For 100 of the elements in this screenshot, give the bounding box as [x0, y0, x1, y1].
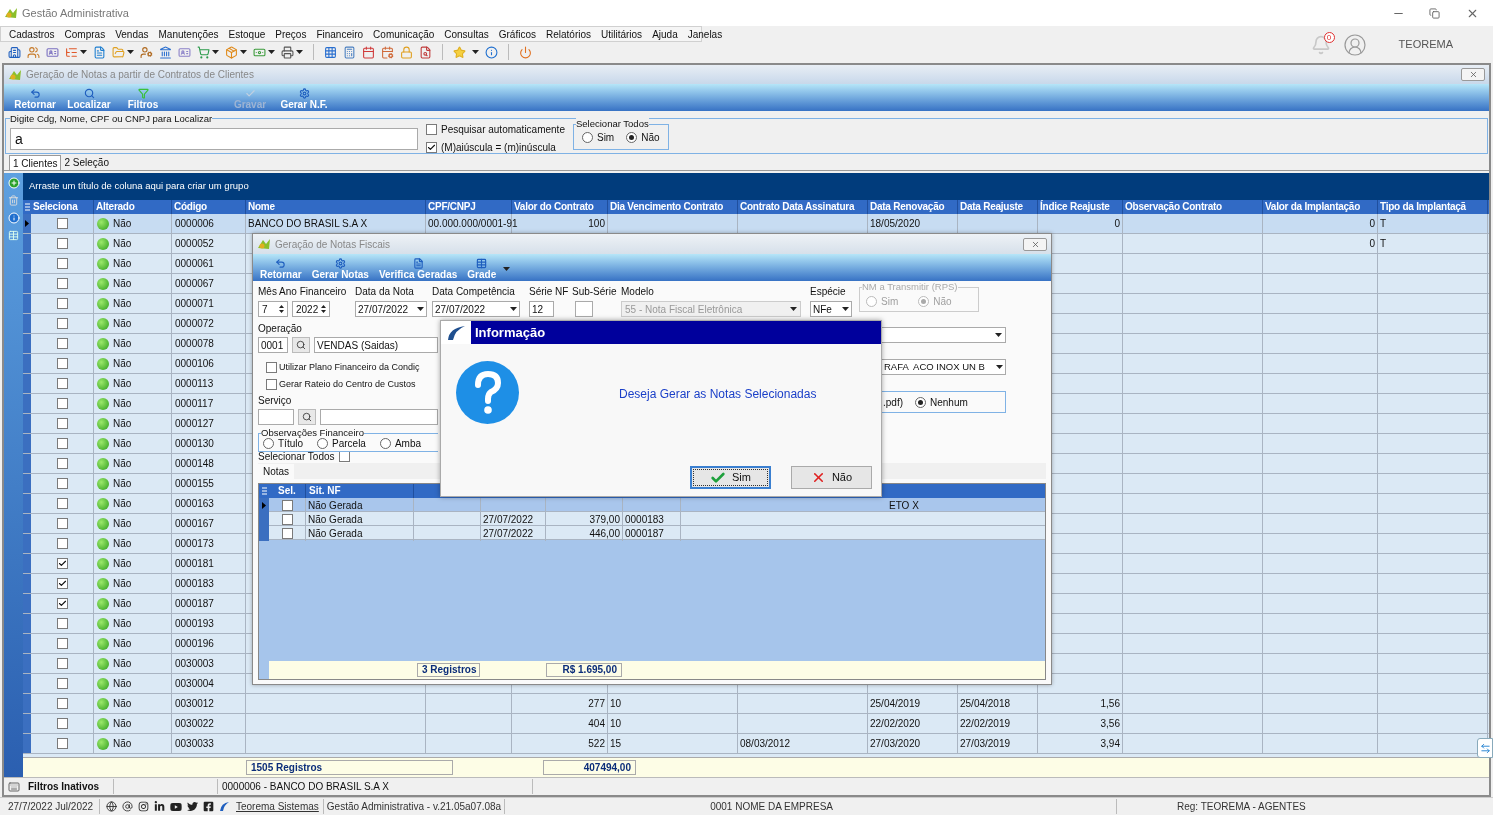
table-cell-text: Não [113, 377, 132, 391]
table-cell-text: Não [113, 257, 132, 271]
user-name: TEOREMA [1398, 37, 1453, 53]
table-cell-text: 00.000.000/0001-91 [428, 217, 518, 231]
table-cell-text: 22/02/2019 [960, 717, 1011, 731]
field-label: Modelo [621, 285, 655, 299]
table-cell-text: 3,94 [1100, 737, 1120, 751]
record-count: 1505 Registros [246, 760, 453, 775]
table-cell-text: 0000127 [175, 417, 214, 431]
table-cell-text: Não [113, 677, 132, 691]
table-cell-text: Não [113, 497, 132, 511]
table-cell-text: Não [113, 297, 132, 311]
table-cell-text: Não Gerada [308, 513, 363, 527]
table-cell-text: 0000113 [175, 377, 214, 391]
table-cell-text: 0000187 [175, 597, 214, 611]
table-cell-text: BANCO DO BRASIL S.A X [248, 217, 368, 231]
group-legend: Selecionar Todos [575, 118, 649, 129]
table-cell-text: 0000196 [175, 637, 214, 651]
total-value: R$ 1.695,00 [546, 663, 622, 677]
table-cell-text: 0000117 [175, 397, 214, 411]
table-cell-text: 0000006 [175, 217, 214, 231]
group-by-hint: Arraste um título de coluna aqui para criar um grupo [29, 179, 249, 194]
table-cell-text: 0000183 [625, 513, 664, 527]
table-cell-text: Não [113, 317, 132, 331]
table-cell-text: 0000183 [175, 577, 214, 591]
table-cell-text: Não [113, 457, 132, 471]
table-cell-text: 0000061 [175, 257, 214, 271]
table-cell-text: 0000067 [175, 277, 214, 291]
message-text: Deseja Gerar as Notas Selecionadas [619, 386, 817, 403]
field-label: Mês Ano Financeiro [258, 285, 348, 299]
table-cell-text: 0000193 [175, 617, 214, 631]
group-legend: NM a Transmitir (RPS) [862, 281, 958, 292]
table-cell-text: 0030003 [175, 657, 214, 671]
table-cell-text: Não [113, 477, 132, 491]
table-cell-text: 22/02/2020 [870, 717, 921, 731]
field-label: Data Competência [432, 285, 516, 299]
dialog-title: Geração de Notas Fiscais [275, 237, 391, 252]
table-cell-text: Não [113, 217, 132, 231]
table-cell-text: 0 [1369, 237, 1375, 251]
table-cell-text: Não [113, 277, 132, 291]
table-cell-text: 18/05/2020 [870, 217, 921, 231]
registration-text: Reg: TEOREMA - AGENTES [1116, 799, 1306, 814]
table-cell-text: 522 [588, 737, 605, 751]
table-cell-text: 27/03/2020 [870, 737, 921, 751]
table-cell-text: 404 [588, 717, 605, 731]
table-cell-text: 0000078 [175, 337, 214, 351]
table-cell-text: 10 [610, 697, 622, 711]
table-cell-text: Não [113, 537, 132, 551]
table-cell-text: 0000155 [175, 477, 214, 491]
field-label: Serviço [258, 394, 293, 408]
table-cell-text: 10 [610, 717, 622, 731]
table-cell-text: 0 [1114, 217, 1120, 231]
table-cell-text: 3,56 [1100, 717, 1120, 731]
current-record: 0000006 - BANCO DO BRASIL S.A X [217, 779, 533, 794]
table-cell-text: T [1380, 237, 1387, 251]
table-cell-text: Não [113, 357, 132, 371]
field-label: Sub-Série [572, 285, 616, 299]
status-date: 27/7/2022 Jul/2022 [0, 799, 100, 814]
table-cell-text: Não [113, 617, 132, 631]
table-cell-text: 0 [1369, 217, 1375, 231]
table-cell-text: Não Gerada [308, 499, 363, 513]
message-title: Informação [475, 323, 546, 342]
table-cell-text: 0000106 [175, 357, 214, 371]
table-cell-text: 277 [588, 697, 605, 711]
table-cell-text: Não [113, 577, 132, 591]
format-text: .pdf) [883, 395, 903, 410]
group-legend: Observações Financeiro [261, 427, 364, 438]
table-cell-text: 0030022 [175, 717, 214, 731]
search-legend: Digite Cdg, Nome, CPF ou CNPJ para Localizar [10, 113, 213, 124]
filter-status: Filtros Inativos [24, 779, 114, 794]
field-label: Operação [258, 322, 303, 336]
table-cell-text: 100 [588, 217, 605, 231]
table-cell-text: 0000052 [175, 237, 214, 251]
table-cell-text: 25/04/2018 [960, 697, 1011, 711]
table-cell-text: Não [113, 737, 132, 751]
table-cell-text: 08/03/2012 [740, 737, 791, 751]
table-cell-text: 0030004 [175, 677, 214, 691]
table-cell-text: Não [113, 397, 132, 411]
table-cell-text: Não [113, 637, 132, 651]
table-cell-text: 0030012 [175, 697, 214, 711]
table-cell-text: Não [113, 657, 132, 671]
table-cell-text: Não [113, 597, 132, 611]
total-value: 407494,00 [543, 760, 636, 775]
table-cell-text: Não [113, 437, 132, 451]
notification-badge: 0 [1323, 31, 1335, 43]
table-cell-text: Não [113, 237, 132, 251]
record-count: 3 Registros [417, 663, 480, 677]
company-name: 0001 NOME DA EMPRESA [710, 800, 833, 814]
table-cell-text: 25/04/2019 [870, 697, 921, 711]
table-cell-text: ETO X [889, 499, 919, 513]
table-cell-text: 0000071 [175, 297, 214, 311]
version-text: Gestão Administrativa - v.21.05a07.08a [322, 799, 506, 814]
table-cell-text: 1,56 [1100, 697, 1120, 711]
table-cell-text: Não [113, 697, 132, 711]
table-cell-text: 0000130 [175, 437, 214, 451]
field-label: Espécie [810, 285, 847, 299]
table-cell-text: Não [113, 417, 132, 431]
field-label: Data da Nota [355, 285, 415, 299]
field-label: Série NF [529, 285, 567, 299]
table-cell-text: 0000167 [175, 517, 214, 531]
